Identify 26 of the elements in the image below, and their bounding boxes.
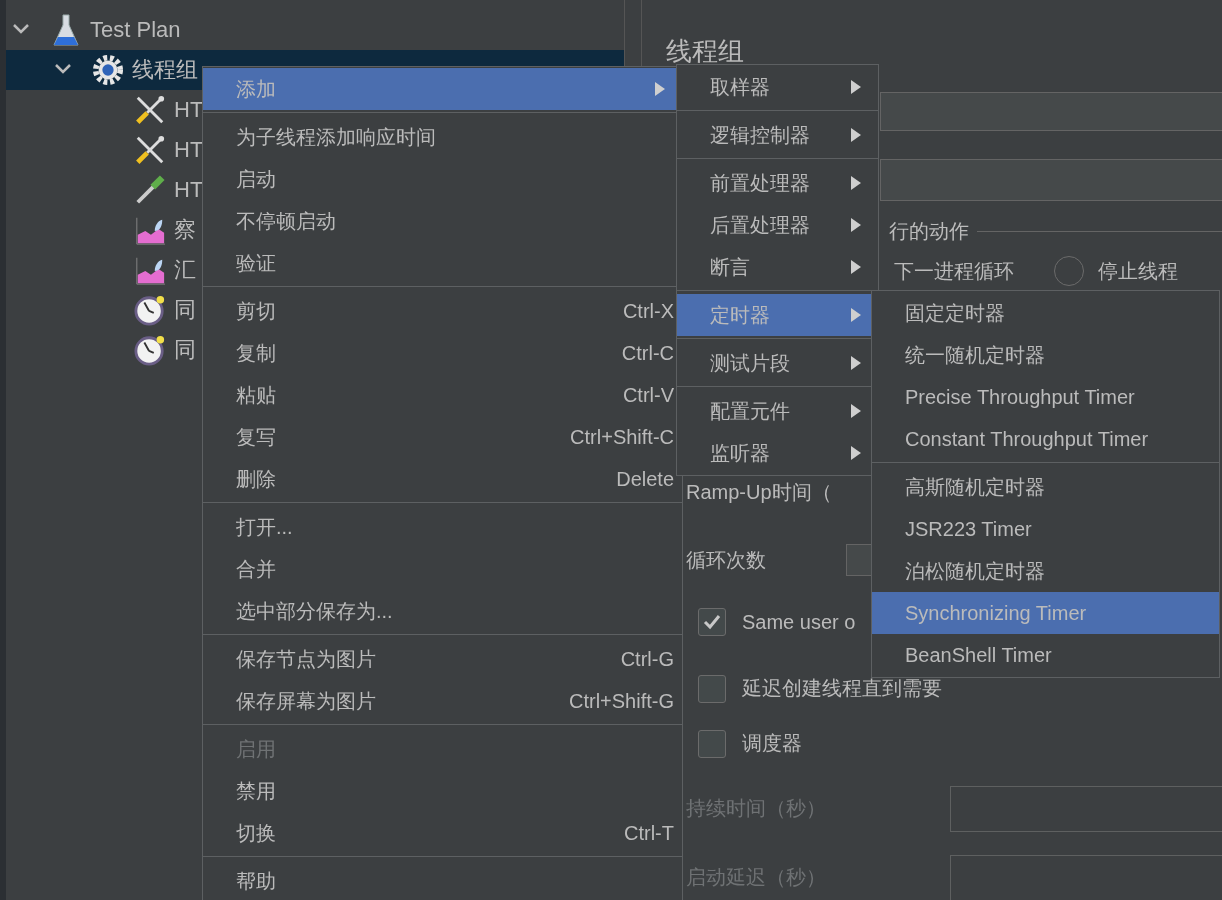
- node-label: HT: [174, 137, 204, 163]
- panel-title: 线程组: [666, 35, 744, 68]
- shortcut-label: Delete: [616, 467, 674, 491]
- node-label: 同: [174, 336, 196, 364]
- checkbox-label: 延迟创建线程直到需要: [742, 676, 942, 702]
- loop-label: 循环次数: [686, 547, 766, 573]
- shortcut-label: Ctrl+Shift-G: [568, 689, 674, 713]
- shortcut-label: Ctrl-C: [621, 341, 674, 365]
- shortcut-label: Ctrl-T: [624, 821, 674, 845]
- ramp-up-label: Ramp-Up时间（: [686, 479, 832, 505]
- node-label: 察: [174, 216, 196, 244]
- node-label: Test Plan: [90, 17, 181, 43]
- node-label: 线程组: [132, 56, 198, 84]
- checkbox-label: 调度器: [742, 731, 802, 757]
- node-label: 同: [174, 296, 196, 324]
- node-label: HT: [174, 97, 204, 123]
- checkbox-label: Same user o: [742, 610, 856, 634]
- group-label: 行的动作: [889, 219, 969, 245]
- radio-label: 停止线程: [1098, 258, 1178, 284]
- node-label: HT: [174, 177, 204, 203]
- shortcut-label: Ctrl-X: [622, 299, 674, 323]
- shortcut-label: Ctrl+Shift-C: [570, 425, 674, 449]
- node-label: 汇: [174, 256, 196, 284]
- shortcut-label: Ctrl-G: [620, 647, 674, 671]
- option-label: 下一进程循环: [894, 258, 1014, 284]
- shortcut-label: Ctrl-V: [622, 383, 674, 407]
